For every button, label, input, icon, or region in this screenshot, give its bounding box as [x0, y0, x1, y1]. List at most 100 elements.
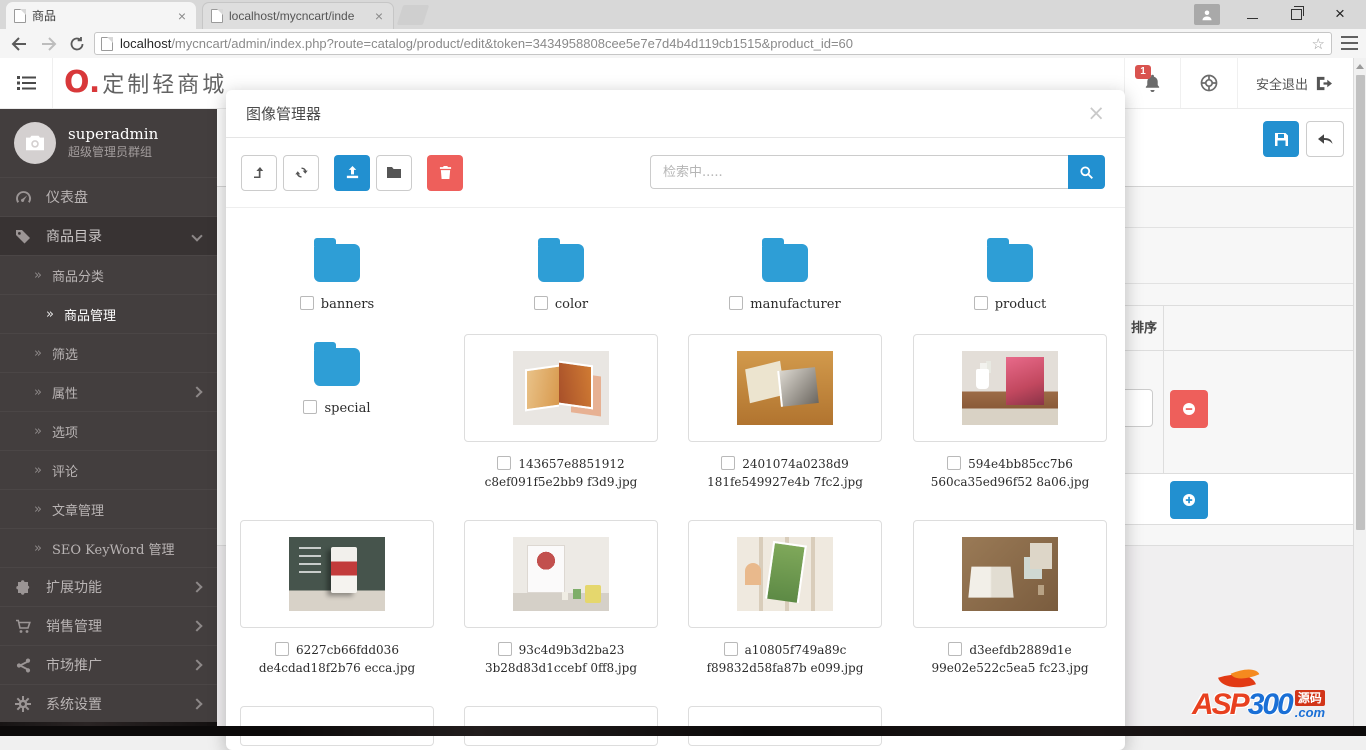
sidebar-item-extensions[interactable]: 扩展功能 [0, 567, 217, 606]
close-icon[interactable]: × [1087, 103, 1105, 124]
bookmark-star-icon[interactable]: ☆ [1312, 35, 1325, 53]
sidebar-item-filters[interactable]: » 筛选 [0, 333, 217, 372]
browser-profile-icon[interactable] [1194, 4, 1220, 25]
add-row-button[interactable] [1170, 481, 1208, 519]
window-close-button[interactable]: × [1319, 0, 1361, 28]
folder-item[interactable]: manufacturer [688, 230, 882, 312]
help-button[interactable] [1180, 58, 1237, 108]
window-restore-button[interactable] [1275, 0, 1317, 28]
checkbox[interactable] [948, 642, 962, 656]
sidebar-item-settings[interactable]: 系统设置 [0, 684, 217, 723]
search-button[interactable] [1068, 155, 1105, 189]
sidebar: superadmin 超级管理员群组 仪表盘 商品目录 » 商品分类 » 商品管… [0, 108, 217, 722]
file-name: 181fe549927e4b 7fc2.jpg [707, 475, 863, 489]
browser-tab-active[interactable]: 商品 × [6, 2, 196, 29]
browser-menu-icon[interactable] [1341, 36, 1358, 50]
image-item[interactable]: 143657e8851912c8ef091f5e2bb9 f3d9.jpg [464, 334, 658, 491]
checkbox[interactable] [729, 296, 743, 310]
checkbox[interactable] [721, 456, 735, 470]
sidebar-item-catalog[interactable]: 商品目录 [0, 216, 217, 255]
logout-button[interactable]: 安全退出 [1237, 58, 1350, 108]
image-card[interactable] [464, 334, 658, 442]
plus-circle-icon [1181, 492, 1197, 508]
upload-icon [345, 165, 360, 180]
user-name: superadmin [68, 125, 158, 144]
sidebar-item-products[interactable]: » 商品管理 [0, 294, 217, 333]
floppy-icon [1273, 131, 1290, 148]
save-button[interactable] [1263, 121, 1299, 157]
image-card[interactable] [688, 334, 882, 442]
image-item[interactable]: 93c4d9b3d2ba233b28d83d1ccebf 0ff8.jpg [464, 520, 658, 677]
page-scrollbar[interactable] [1353, 58, 1366, 736]
sidebar-item-attributes[interactable]: » 属性 [0, 372, 217, 411]
forward-icon[interactable] [38, 33, 60, 55]
notifications-button[interactable]: 1 [1124, 58, 1180, 108]
folder-item[interactable]: banners [240, 230, 434, 312]
sidebar-item-sales[interactable]: 销售管理 [0, 606, 217, 645]
image-card[interactable] [913, 520, 1107, 628]
sidebar-item-categories[interactable]: » 商品分类 [0, 255, 217, 294]
sidebar-item-reviews[interactable]: » 评论 [0, 450, 217, 489]
image-item[interactable]: 6227cb66fdd036de4cdad18f2b76 ecca.jpg [240, 520, 434, 677]
checkbox[interactable] [303, 400, 317, 414]
avatar [14, 122, 56, 164]
scrollbar-thumb[interactable] [1356, 75, 1365, 530]
image-card[interactable] [913, 334, 1107, 442]
checkbox[interactable] [534, 296, 548, 310]
tab-close-icon[interactable]: × [176, 9, 188, 23]
modal-title: 图像管理器 [246, 103, 1087, 124]
new-folder-button[interactable] [376, 155, 412, 191]
image-item[interactable]: 594e4bb85cc7b6560ca35ed96f52 8a06.jpg [913, 334, 1107, 491]
upload-button[interactable] [334, 155, 370, 191]
search-input[interactable] [650, 155, 1068, 189]
checkbox[interactable] [300, 296, 314, 310]
folder-item[interactable]: color [464, 230, 658, 312]
file-name: 93c4d9b3d2ba23 [519, 643, 625, 657]
sidebar-item-seo-keyword[interactable]: » SEO KeyWord 管理 [0, 528, 217, 567]
chevron-right-icon [191, 581, 202, 592]
checkbox[interactable] [974, 296, 988, 310]
remove-row-button[interactable] [1170, 390, 1208, 428]
image-card[interactable] [464, 520, 658, 628]
sidebar-item-marketing[interactable]: 市场推广 [0, 645, 217, 684]
reload-icon[interactable] [66, 33, 88, 55]
undo-arrow-icon [1316, 132, 1334, 147]
url-bar[interactable]: localhost/mycncart/admin/index.php?route… [94, 32, 1332, 55]
image-item[interactable]: a10805f749a89cf89832d58fa87b e099.jpg [688, 520, 882, 677]
checkbox[interactable] [947, 456, 961, 470]
tab-close-icon[interactable]: × [373, 9, 385, 23]
brand-logo[interactable]: O. 定制轻商城 [64, 58, 227, 108]
window-minimize-button[interactable] [1231, 0, 1273, 28]
delete-button[interactable] [427, 155, 463, 191]
sidebar-item-label: 文章管理 [52, 500, 104, 519]
folder-item[interactable]: product [913, 230, 1107, 312]
browser-tab-inactive[interactable]: localhost/mycncart/inde × [202, 2, 394, 29]
watermark-com: .com [1295, 706, 1325, 720]
trash-icon [439, 165, 452, 180]
file-name: 143657e8851912 [518, 457, 624, 471]
folder-item[interactable]: special [240, 334, 434, 416]
image-card[interactable] [688, 520, 882, 628]
sidebar-item-dashboard[interactable]: 仪表盘 [0, 177, 217, 216]
undo-button[interactable] [1306, 121, 1344, 157]
new-tab-button[interactable] [397, 5, 429, 25]
url-host: localhost [120, 36, 171, 51]
parent-folder-button[interactable] [241, 155, 277, 191]
sidebar-item-articles[interactable]: » 文章管理 [0, 489, 217, 528]
image-item[interactable]: d3eefdb2889d1e99e02e522c5ea5 fc23.jpg [913, 520, 1107, 677]
watermark-300: 300 [1248, 688, 1292, 721]
back-icon[interactable] [8, 33, 30, 55]
image-item[interactable]: 2401074a0238d9181fe549927e4b 7fc2.jpg [688, 334, 882, 491]
folder-blue-icon [314, 348, 360, 386]
checkbox[interactable] [497, 456, 511, 470]
checkbox[interactable] [498, 642, 512, 656]
sidebar-toggle-button[interactable] [0, 58, 53, 108]
scroll-up-arrow[interactable] [1354, 58, 1366, 74]
checkbox[interactable] [275, 642, 289, 656]
image-card[interactable] [240, 520, 434, 628]
checkbox[interactable] [724, 642, 738, 656]
refresh-button[interactable] [283, 155, 319, 191]
chevron-right-icon [191, 659, 202, 670]
sidebar-item-options[interactable]: » 选项 [0, 411, 217, 450]
folder-blue-icon [538, 244, 584, 282]
